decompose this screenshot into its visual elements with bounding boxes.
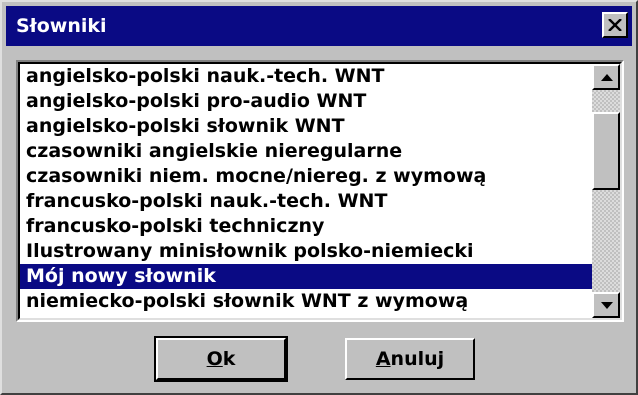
dictionary-list-item[interactable]: francusko-polski nauk.-tech. WNT — [20, 189, 596, 214]
dictionary-list-item[interactable]: francusko-polski techniczny — [20, 214, 596, 239]
dictionary-list-item[interactable]: czasowniki angielskie nieregularne — [20, 139, 596, 164]
cancel-button-label: Anuluj — [375, 348, 445, 370]
dictionary-list-item[interactable]: Mój nowy słownik — [20, 264, 596, 289]
dictionary-list-item[interactable]: angielsko-polski nauk.-tech. WNT — [20, 64, 596, 89]
dictionary-list[interactable]: angielsko-polski nauk.-tech. WNT angielsk… — [16, 60, 624, 322]
title-bar: Słowniki — [6, 6, 632, 46]
dictionaries-dialog: Słowniki angielsko-polski nauk.-tech. WN… — [0, 0, 638, 395]
scroll-down-button[interactable] — [592, 292, 620, 318]
dictionary-list-item[interactable]: angielsko-polski pro-audio WNT — [20, 89, 596, 114]
dictionary-list-item[interactable]: czasowniki niem. mocne/niereg. z wymową — [20, 164, 596, 189]
arrow-down-icon — [601, 302, 613, 309]
close-button[interactable] — [602, 12, 628, 38]
cancel-button[interactable]: Anuluj — [345, 338, 475, 380]
arrow-up-icon — [601, 74, 613, 81]
ok-button-label: Ok — [206, 348, 236, 370]
dictionary-list-item[interactable]: angielsko-polski słownik WNT — [20, 114, 596, 139]
scroll-thumb[interactable] — [592, 112, 620, 190]
dictionary-list-item[interactable]: niemiecko-polski słownik WNT z wymową — [20, 289, 596, 314]
dictionary-list-item[interactable]: Ilustrowany minisłownik polsko-niemiecki — [20, 239, 596, 264]
dialog-title: Słowniki — [16, 15, 107, 37]
scroll-up-button[interactable] — [592, 64, 620, 90]
ok-button[interactable]: Ok — [154, 336, 288, 382]
close-icon — [608, 19, 622, 31]
dictionary-items: angielsko-polski nauk.-tech. WNT angielsk… — [20, 64, 596, 314]
vertical-scrollbar[interactable] — [592, 64, 620, 318]
